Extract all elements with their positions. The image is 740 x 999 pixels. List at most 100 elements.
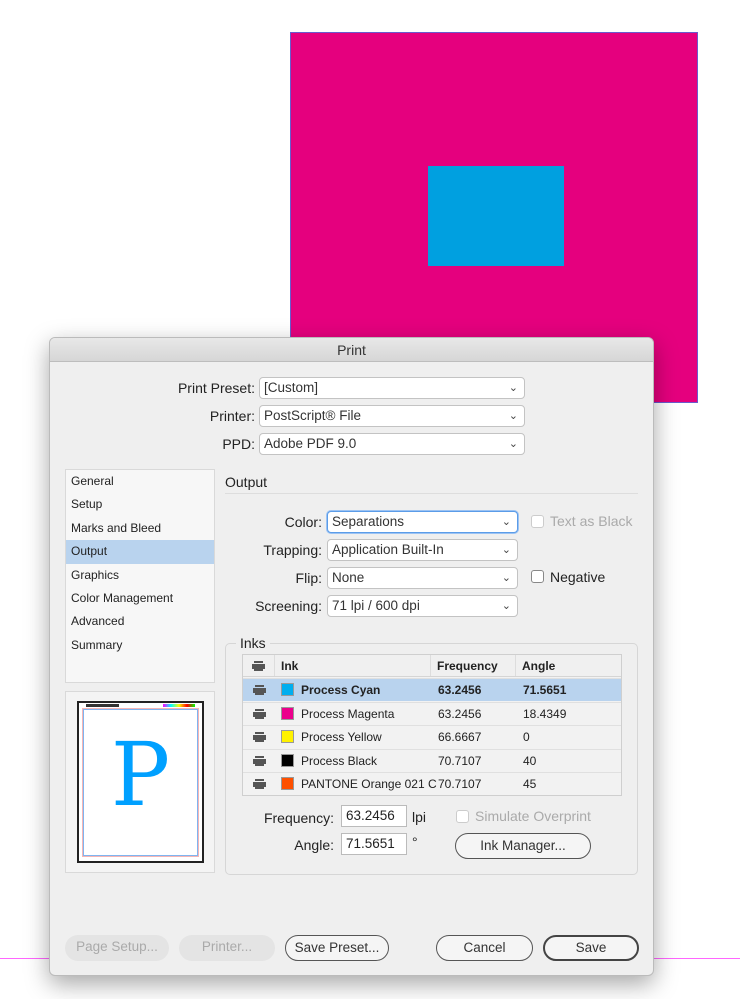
ink-angle: 45 [523, 777, 537, 792]
ink-row[interactable]: Process Magenta 63.2456 18.4349 [243, 701, 621, 725]
header-angle[interactable]: Angle [515, 655, 555, 676]
preview-letter: P [110, 723, 171, 826]
printer-button[interactable]: Printer... [179, 935, 275, 961]
output-section-title: Output [225, 474, 268, 490]
color-select[interactable]: Separations ⌄ [327, 511, 518, 533]
color-value: Separations [332, 514, 405, 529]
cancel-button[interactable]: Cancel [436, 935, 533, 961]
negative-label: Negative [550, 569, 606, 585]
sidebar-item-advanced[interactable]: Advanced [66, 610, 214, 633]
chevron-down-icon: ⌄ [501, 572, 511, 584]
printer-icon[interactable] [243, 750, 275, 772]
angle-input[interactable]: 71.5651 [341, 833, 407, 855]
color-bar [163, 704, 195, 707]
save-button[interactable]: Save [543, 935, 639, 961]
ink-manager-button[interactable]: Ink Manager... [455, 833, 591, 859]
print-preset-label: Print Preset: [177, 380, 255, 396]
ink-swatch [281, 777, 294, 791]
chevron-down-icon: ⌄ [501, 516, 511, 528]
ink-row[interactable]: PANTONE Orange 021 C 70.7107 45 [243, 772, 621, 795]
ink-row[interactable]: Process Yellow 66.6667 0 [243, 725, 621, 748]
screening-select[interactable]: 71 lpi / 600 dpi ⌄ [327, 595, 518, 617]
ink-name: PANTONE Orange 021 C [301, 777, 437, 792]
sidebar-item-marks-and-bleed[interactable]: Marks and Bleed [66, 517, 214, 540]
ink-frequency: 66.6667 [438, 730, 482, 745]
printer-icon [243, 655, 275, 676]
flip-select[interactable]: None ⌄ [327, 567, 518, 589]
divider [225, 493, 638, 494]
chevron-down-icon: ⌄ [501, 544, 511, 556]
simulate-overprint-label: Simulate Overprint [475, 808, 591, 824]
ink-angle: 71.5651 [523, 683, 567, 697]
sidebar-nav: General Setup Marks and Bleed Output Gra… [65, 469, 215, 683]
flip-value: None [332, 570, 365, 585]
ink-swatch [281, 683, 294, 696]
dialog-title: Print [50, 338, 653, 362]
ink-angle: 40 [523, 753, 537, 768]
ink-name: Process Yellow [301, 730, 382, 745]
ink-swatch [281, 706, 294, 720]
guide-line [654, 958, 740, 959]
ink-angle: 18.4349 [523, 706, 567, 721]
sidebar-item-summary[interactable]: Summary [66, 634, 214, 657]
trapping-select[interactable]: Application Built-In ⌄ [327, 539, 518, 561]
screening-value: 71 lpi / 600 dpi [332, 598, 420, 613]
save-preset-button[interactable]: Save Preset... [285, 935, 389, 961]
frequency-unit: lpi [412, 809, 427, 825]
sidebar-item-color-management[interactable]: Color Management [66, 587, 214, 610]
sidebar-item-output[interactable]: Output [66, 540, 214, 564]
ink-name: Process Cyan [301, 683, 381, 697]
ppd-select[interactable]: Adobe PDF 9.0 ⌄ [259, 433, 525, 455]
trapping-label: Trapping: [263, 542, 322, 558]
header-ink[interactable]: Ink [281, 655, 298, 677]
negative-checkbox[interactable] [531, 570, 544, 583]
text-as-black-label: Text as Black [550, 513, 633, 529]
page-setup-button[interactable]: Page Setup... [65, 935, 169, 961]
printer-select[interactable]: PostScript® File ⌄ [259, 405, 525, 427]
frequency-label: Frequency: [263, 810, 334, 826]
ink-angle: 0 [523, 730, 530, 745]
ink-name: Process Magenta [301, 706, 395, 721]
frequency-input[interactable]: 63.2456 [341, 805, 407, 827]
table-header: Ink Frequency Angle [243, 655, 621, 677]
ink-name: Process Black [301, 753, 378, 768]
inks-table: Ink Frequency Angle Process Cyan 63.2456… [242, 654, 622, 796]
ink-row[interactable]: Process Cyan 63.2456 71.5651 [243, 678, 621, 702]
registration-bar [86, 704, 119, 707]
color-label: Color: [284, 514, 322, 530]
guide-line [0, 958, 49, 959]
ink-frequency: 63.2456 [438, 683, 482, 697]
ink-swatch [281, 730, 294, 744]
printer-label: Printer: [209, 408, 255, 424]
page-sheet: P [77, 701, 204, 863]
print-dialog: Print Print Preset: [Custom] ⌄ Printer: P… [49, 337, 654, 976]
chevron-down-icon: ⌄ [508, 382, 518, 394]
ppd-label: PPD: [222, 436, 255, 452]
ink-swatch [281, 753, 294, 767]
page-preview[interactable]: P [65, 691, 215, 873]
sidebar-item-general[interactable]: General [66, 470, 214, 493]
ink-frequency: 63.2456 [438, 706, 482, 721]
flip-label: Flip: [295, 570, 322, 586]
ink-frequency: 70.7107 [438, 753, 482, 768]
chevron-down-icon: ⌄ [501, 600, 511, 612]
sidebar-item-graphics[interactable]: Graphics [66, 564, 214, 587]
print-preset-select[interactable]: [Custom] ⌄ [259, 377, 525, 399]
printer-icon[interactable] [243, 679, 275, 701]
angle-label: Angle: [294, 837, 334, 853]
printer-value: PostScript® File [264, 408, 361, 423]
simulate-overprint-checkbox[interactable] [456, 810, 469, 823]
ppd-value: Adobe PDF 9.0 [264, 436, 357, 451]
ink-row[interactable]: Process Black 70.7107 40 [243, 748, 621, 772]
print-preset-value: [Custom] [264, 380, 319, 395]
sidebar-item-setup[interactable]: Setup [66, 493, 214, 516]
printer-icon[interactable] [243, 726, 275, 748]
header-frequency[interactable]: Frequency [430, 655, 498, 676]
printer-icon[interactable] [243, 703, 275, 725]
text-as-black-checkbox[interactable] [531, 515, 544, 528]
screening-label: Screening: [255, 598, 322, 614]
chevron-down-icon: ⌄ [508, 438, 518, 450]
printer-icon[interactable] [243, 773, 275, 795]
angle-unit: ° [412, 834, 418, 850]
inks-group-title: Inks [236, 635, 270, 651]
